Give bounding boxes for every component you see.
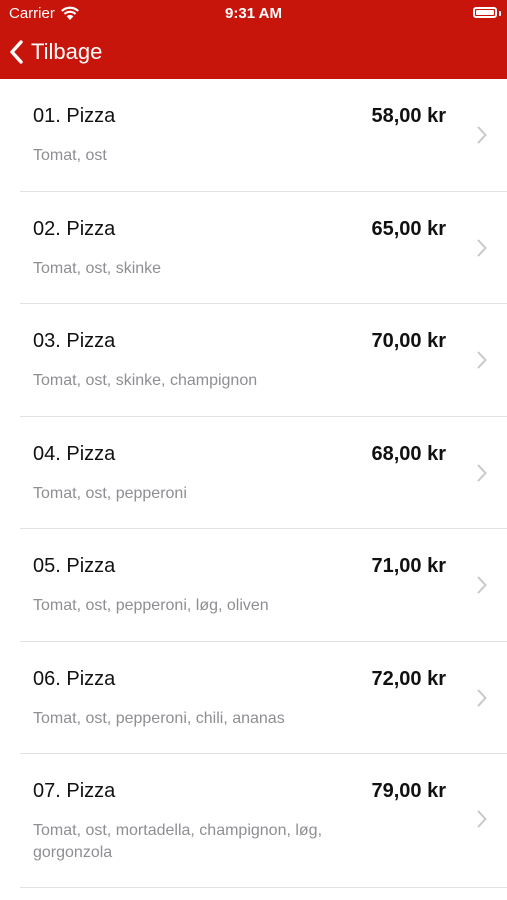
list-item[interactable]: 07. Pizza 79,00 kr Tomat, ost, mortadell… [0,754,507,888]
list-item[interactable]: 03. Pizza 70,00 kr Tomat, ost, skinke, c… [0,304,507,417]
item-description: Tomat, ost, pepperoni, chili, ananas [33,709,285,727]
item-price: 65,00 kr [371,217,446,240]
item-description: Tomat, ost, skinke, champignon [33,372,258,389]
status-bar: Carrier 9:31 AM [0,0,507,28]
item-name: 05. Pizza [33,555,116,577]
list-item[interactable]: 04. Pizza 68,00 kr Tomat, ost, pepperoni [0,417,507,529]
item-price: 72,00 kr [371,667,446,690]
item-price: 71,00 kr [371,555,446,577]
navigation-bar: Carrier 9:31 AM Tilbage [0,0,507,79]
list-item[interactable]: 05. Pizza 71,00 kr Tomat, ost, pepperoni… [0,529,507,642]
menu-list: 01. Pizza 58,00 kr Tomat, ost 02. Pizza … [0,79,507,888]
chevron-right-icon [477,464,487,481]
item-description: Tomat, ost, mortadella, champignon, løg,… [33,822,323,861]
item-name: 04. Pizza [33,442,116,465]
back-button-label: Tilbage [31,39,103,64]
chevron-left-icon [10,40,23,64]
item-price: 70,00 kr [371,330,446,352]
status-time: 9:31 AM [225,5,282,22]
item-price: 68,00 kr [371,442,446,465]
chevron-right-icon [477,351,487,369]
item-name: 07. Pizza [33,780,116,802]
chevron-right-icon [477,810,487,828]
item-name: 02. Pizza [33,217,116,240]
item-name: 03. Pizza [33,330,116,352]
list-item[interactable]: 02. Pizza 65,00 kr Tomat, ost, skinke [0,192,507,304]
item-description: Tomat, ost, pepperoni, løg, oliven [33,597,269,614]
item-name: 01. Pizza [33,105,116,127]
row-separator [20,887,507,888]
item-price: 58,00 kr [371,105,446,127]
chevron-right-icon [477,689,487,706]
chevron-right-icon [477,239,487,256]
battery-icon [473,7,497,18]
list-item[interactable]: 06. Pizza 72,00 kr Tomat, ost, pepperoni… [0,642,507,754]
chevron-right-icon [477,576,487,594]
chevron-right-icon [477,126,487,144]
item-description: Tomat, ost, pepperoni [33,484,187,502]
back-button[interactable]: Tilbage [9,37,102,67]
item-description: Tomat, ost, skinke [33,259,162,277]
battery-nub [499,11,501,16]
list-item[interactable]: 01. Pizza 58,00 kr Tomat, ost [0,79,507,192]
item-name: 06. Pizza [33,667,116,690]
item-price: 79,00 kr [371,780,446,802]
item-description: Tomat, ost [33,147,107,164]
